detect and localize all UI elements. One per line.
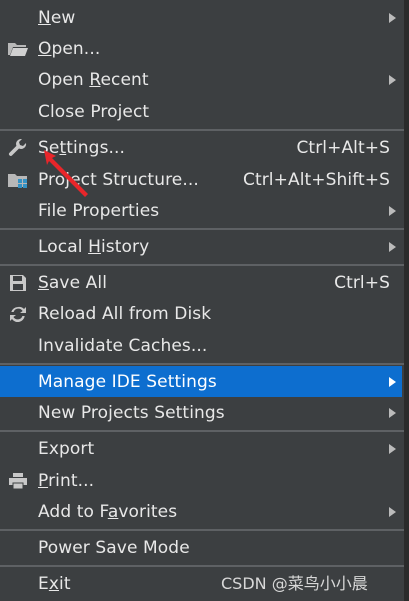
menu-item-label: New xyxy=(38,7,76,28)
submenu-arrow-icon xyxy=(389,407,396,418)
menu-item-label: Open... xyxy=(38,38,101,59)
menu-item-label: File Properties xyxy=(38,200,160,221)
submenu-arrow-icon xyxy=(389,12,396,23)
menu-separator xyxy=(0,565,404,567)
wrench-icon xyxy=(7,138,29,158)
menu-item-reload[interactable]: Reload All from Disk xyxy=(0,298,402,329)
submenu-arrow-icon xyxy=(389,376,396,387)
menu-item-label: Reload All from Disk xyxy=(38,303,212,324)
menu-separator xyxy=(0,129,404,131)
menu-item-label: Save All xyxy=(38,272,108,293)
project-structure-icon xyxy=(7,170,29,190)
save-icon xyxy=(7,273,29,293)
submenu-arrow-icon xyxy=(389,506,396,517)
annotation-arrow-icon xyxy=(44,150,88,197)
file-menu: New Open... Open Recent Close Project Se… xyxy=(0,0,404,601)
sync-icon xyxy=(7,304,29,324)
submenu-arrow-icon xyxy=(389,74,396,85)
menu-item-open[interactable]: Open... xyxy=(0,33,402,64)
menu-separator xyxy=(0,228,404,230)
submenu-arrow-icon xyxy=(389,205,396,216)
menu-item-label: Local History xyxy=(38,236,150,257)
printer-icon xyxy=(7,471,29,491)
shortcut-label: Ctrl+Alt+S xyxy=(296,137,390,158)
menu-item-new-projects-settings[interactable]: New Projects Settings xyxy=(0,397,402,428)
menu-item-label: New Projects Settings xyxy=(38,402,225,423)
menu-item-add-to-favorites[interactable]: Add to Favorites xyxy=(0,496,402,527)
menu-item-open-recent[interactable]: Open Recent xyxy=(0,64,402,95)
submenu-arrow-icon xyxy=(389,241,396,252)
folder-open-icon xyxy=(7,39,29,59)
menu-item-manage-ide-settings[interactable]: Manage IDE Settings xyxy=(0,366,402,397)
shortcut-label: Ctrl+S xyxy=(334,272,390,293)
menu-item-label: Export xyxy=(38,438,95,459)
menu-item-local-history[interactable]: Local History xyxy=(0,231,402,262)
submenu-arrow-icon xyxy=(389,443,396,454)
menu-item-label: Close Project xyxy=(38,101,150,122)
menu-separator xyxy=(0,529,404,531)
menu-item-new[interactable]: New xyxy=(0,2,402,33)
menu-separator xyxy=(0,430,404,432)
menu-item-label: Add to Favorites xyxy=(38,501,178,522)
menu-item-invalidate-caches[interactable]: Invalidate Caches... xyxy=(0,330,402,361)
menu-border xyxy=(404,0,409,601)
menu-item-label: Manage IDE Settings xyxy=(38,371,217,392)
menu-item-label: Open Recent xyxy=(38,69,149,90)
menu-item-save-all[interactable]: Save All Ctrl+S xyxy=(0,267,402,298)
menu-item-print[interactable]: Print... xyxy=(0,465,402,496)
menu-item-label: Print... xyxy=(38,470,95,491)
menu-item-label: Invalidate Caches... xyxy=(38,335,208,356)
menu-item-power-save-mode[interactable]: Power Save Mode xyxy=(0,532,402,563)
menu-item-export[interactable]: Export xyxy=(0,433,402,464)
shortcut-label: Ctrl+Alt+Shift+S xyxy=(242,169,390,190)
menu-item-label: Exit xyxy=(38,573,71,594)
menu-item-close-project[interactable]: Close Project xyxy=(0,96,402,127)
menu-item-label: Power Save Mode xyxy=(38,537,190,558)
watermark: CSDN @菜鸟小小晨 xyxy=(221,574,368,593)
menu-separator xyxy=(0,264,404,266)
menu-separator xyxy=(0,363,404,365)
